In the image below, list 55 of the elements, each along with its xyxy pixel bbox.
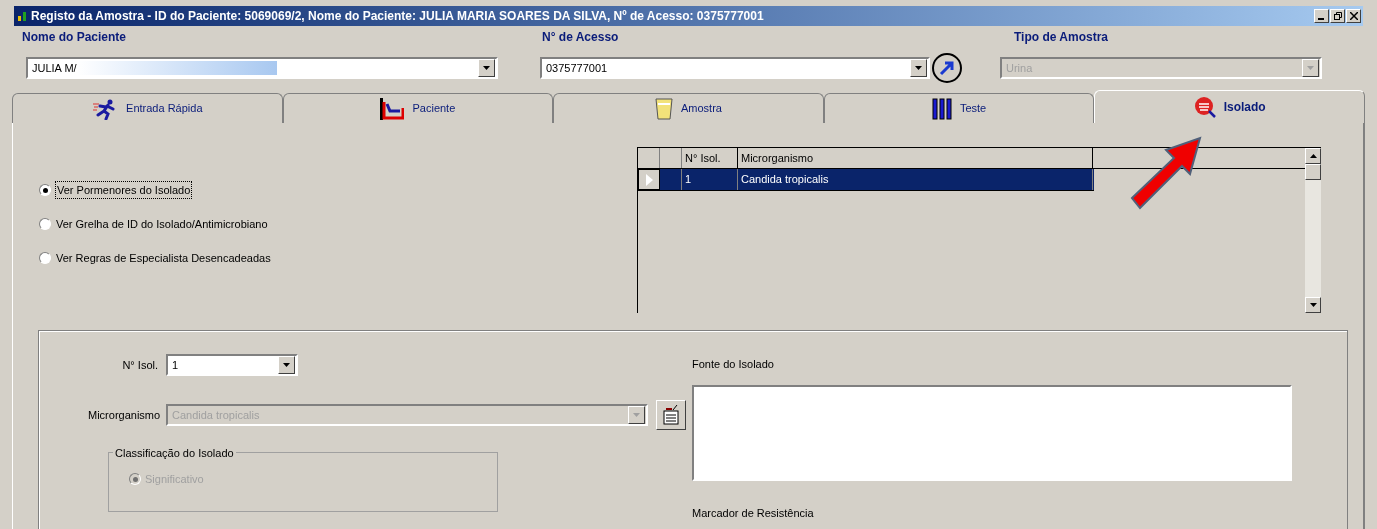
app-icon: [17, 10, 29, 22]
scroll-thumb[interactable]: [1305, 164, 1321, 180]
radio-label: Ver Grelha de ID do Isolado/Antimicrobiano: [55, 216, 269, 232]
caret-icon: [1307, 66, 1314, 70]
field-label: Marcador de Resistência: [692, 505, 815, 521]
close-icon: [1349, 12, 1358, 20]
table-row[interactable]: 1 Candida tropicalis: [638, 169, 1094, 191]
patient-name-dropdown[interactable]: JULIA M/: [26, 57, 498, 79]
field-label: Microrganismo: [88, 407, 162, 423]
maximize-icon: [1333, 12, 1342, 20]
isolate-number-dropdown[interactable]: 1: [166, 354, 298, 376]
tab[interactable]: Entrada Rápida: [12, 93, 283, 123]
minimize-button[interactable]: [1314, 9, 1329, 23]
cup-icon: [655, 97, 673, 120]
maximize-button[interactable]: [1330, 9, 1345, 23]
scrollbar[interactable]: [1305, 148, 1321, 313]
close-button[interactable]: [1346, 9, 1361, 23]
up-arrow-icon: [1309, 154, 1317, 158]
tab[interactable]: Amostra: [553, 93, 824, 123]
caret-icon: [633, 413, 640, 417]
table-cell: Candida tropicalis: [738, 169, 1093, 190]
column-header: Microrganismo: [738, 148, 1093, 168]
down-arrow-icon: [1309, 303, 1317, 307]
tab[interactable]: Isolado: [1094, 90, 1365, 123]
radio-label: Ver Regras de Especialista Desencadeadas: [55, 250, 272, 266]
source-text-area[interactable]: [692, 384, 1292, 481]
dropdown-button[interactable]: [910, 59, 927, 77]
radio-button[interactable]: [39, 184, 51, 196]
field-label: Nome do Paciente: [22, 29, 128, 46]
tab[interactable]: Teste: [823, 93, 1095, 123]
dropdown-button[interactable]: [278, 356, 295, 374]
notepad-icon: [663, 405, 679, 425]
go-button[interactable]: [932, 53, 962, 83]
arrow-up-right-icon: [939, 60, 955, 76]
edit-list-button[interactable]: [656, 400, 686, 430]
dropdown-button[interactable]: [478, 59, 495, 77]
field-label: Fonte do Isolado: [692, 357, 775, 372]
radio-button[interactable]: [39, 252, 51, 264]
caret-icon: [915, 66, 922, 70]
radio-label: Ver Pormenores do Isolado: [55, 180, 193, 200]
radio-button[interactable]: [39, 218, 51, 230]
window-title: Registo da Amostra - ID do Paciente: 5069069/2, Nome do Paciente: JULIA MARIA SOARES DA SILVA, Nº de Acesso: 0375777001: [31, 8, 765, 25]
field-label: N° de Acesso: [542, 29, 620, 46]
magnified-bug-icon: [1193, 96, 1216, 118]
access-number-dropdown[interactable]: 0375777001: [540, 57, 930, 79]
tab[interactable]: Paciente: [282, 93, 554, 123]
bed-icon: [380, 97, 405, 120]
test-tubes-icon: [931, 97, 952, 120]
field-label: N° Isol.: [121, 357, 159, 373]
column-header: N° Isol.: [682, 148, 738, 168]
caret-icon: [483, 66, 490, 70]
caret-icon: [283, 363, 290, 367]
field-label: Tipo de Amostra: [1014, 29, 1108, 46]
table-cell: 1: [682, 169, 738, 190]
row-pointer-icon: [645, 173, 653, 186]
